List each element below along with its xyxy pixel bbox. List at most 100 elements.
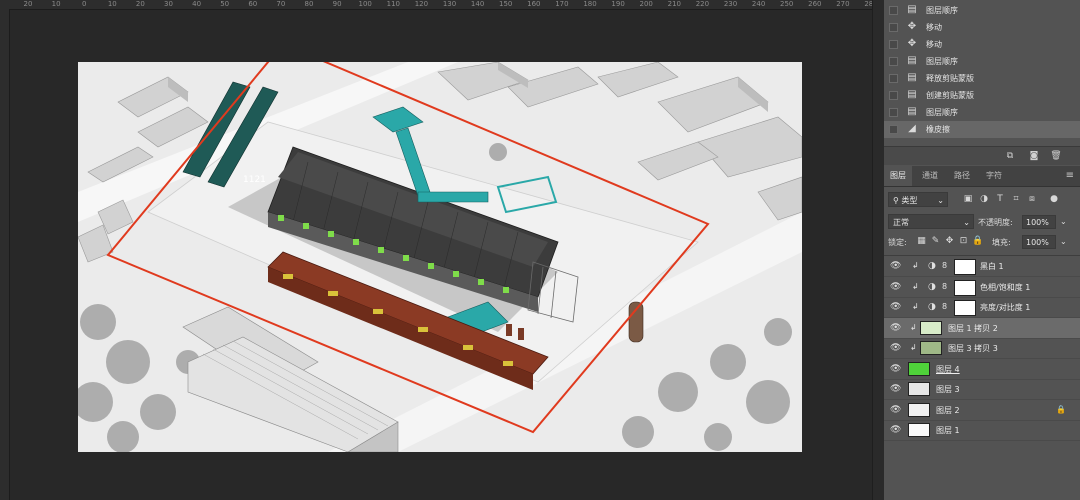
fill-dropdown-icon[interactable]: ⌄ [1060,237,1067,246]
tab-paths[interactable]: 路径 [948,166,976,186]
layer-name[interactable]: 亮度/对比度 1 [980,302,1030,313]
trash-icon[interactable]: 🗑 [1050,150,1062,162]
lock-pixels-icon[interactable]: ✎ [930,236,941,247]
layer-name[interactable]: 图层 1 [936,425,960,436]
history-item[interactable]: ✥ 移动 [884,19,1080,36]
history-source-checkbox[interactable] [889,125,898,134]
fill-input[interactable]: 100% [1022,235,1056,249]
lock-transparency-icon[interactable]: ▦ [916,236,927,247]
layer-name[interactable]: 图层 3 拷贝 3 [948,343,998,354]
layer-row[interactable]: 👁 图层 1 [884,420,1080,441]
layer-thumbnail[interactable] [908,423,930,437]
blend-mode-select[interactable]: 正常 ⌄ [888,214,974,229]
layer-thumbnail[interactable] [920,341,942,355]
lock-position-icon[interactable]: ✥ [944,236,955,247]
layer-row[interactable]: 👁 ↲ 图层 3 拷贝 3 [884,338,1080,359]
opacity-input[interactable]: 100% [1022,215,1056,229]
tab-channels[interactable]: 通道 [916,166,944,186]
layer-row[interactable]: 👁 图层 4 [884,359,1080,380]
opacity-label: 不透明度: [978,218,1013,227]
type-filter-icon[interactable]: T [994,193,1006,205]
layer-row[interactable]: 👁 ↲ ◑ 8 黑白 1 [884,256,1080,277]
link-icon[interactable]: 8 [942,302,947,311]
layer-name[interactable]: 黑白 1 [980,261,1004,272]
history-item-label: 图层顺序 [926,57,958,66]
panel-menu-icon[interactable]: ≡ [1066,170,1074,181]
layer-filter-row: ⚲ 类型 ⌄ ▣ ◑ T ⌗ ⧈ ● [888,191,1076,209]
layer-name[interactable]: 图层 2 [936,405,960,416]
history-source-checkbox[interactable] [889,57,898,66]
shape-filter-icon[interactable]: ⌗ [1010,193,1022,205]
opacity-dropdown-icon[interactable]: ⌄ [1060,217,1067,226]
adjustment-layer-icon: ◑ [928,281,936,292]
layers-panel-tabs: 图层 通道 路径 字符 ≡ [884,166,1080,187]
ruler-tick-label: 230 [723,0,738,8]
ruler-tick-label: 20 [135,0,145,8]
history-item[interactable]: ◢ 橡皮擦 [884,121,1080,138]
layer-mask-thumbnail[interactable] [954,279,976,296]
layer-name[interactable]: 图层 3 [936,384,960,395]
layer-row[interactable]: 👁 ↲ 图层 1 拷贝 2 [884,317,1080,339]
history-source-checkbox[interactable] [889,40,898,49]
history-source-checkbox[interactable] [889,91,898,100]
filter-toggle-icon[interactable]: ● [1048,193,1060,205]
layer-name[interactable]: 色相/饱和度 1 [980,282,1030,293]
layer-name[interactable]: 图层 4 [936,364,960,375]
document-icon: ▤ [907,89,917,100]
layer-name[interactable]: 图层 1 拷贝 2 [948,323,998,334]
link-icon[interactable]: 8 [942,261,947,270]
history-item[interactable]: ✥ 移动 [884,36,1080,53]
layer-filter-select[interactable]: ⚲ 类型 ⌄ [888,192,948,207]
history-item[interactable]: ▤ 图层顺序 [884,53,1080,70]
history-item-label: 创建剪贴蒙版 [926,91,974,100]
layer-thumbnail[interactable] [908,361,930,376]
history-item-label: 移动 [926,23,942,32]
eye-icon[interactable]: 👁 [890,261,901,271]
smart-object-filter-icon[interactable]: ⧈ [1026,193,1038,205]
document-icon: ▤ [907,55,917,66]
move-icon: ✥ [907,21,917,32]
eye-icon[interactable]: 👁 [890,343,901,353]
layer-row[interactable]: 👁 ↲ ◑ 8 亮度/对比度 1 [884,297,1080,318]
eye-icon[interactable]: 👁 [890,302,901,312]
adjustment-filter-icon[interactable]: ◑ [978,193,990,205]
tab-character[interactable]: 字符 [980,166,1008,186]
layer-thumbnail[interactable] [920,320,942,335]
layer-thumbnail[interactable] [908,382,930,396]
eye-icon[interactable]: 👁 [890,405,901,415]
camera-icon[interactable]: ◙ [1028,150,1040,162]
tab-layers[interactable]: 图层 [884,166,912,186]
layer-row[interactable]: 👁 ↲ ◑ 8 色相/饱和度 1 [884,277,1080,298]
eye-icon[interactable]: 👁 [890,323,901,333]
eye-icon[interactable]: 👁 [890,425,901,435]
pixel-filter-icon[interactable]: ▣ [962,193,974,205]
eye-icon[interactable]: 👁 [890,364,901,374]
layer-row[interactable]: 👁 图层 3 [884,379,1080,400]
history-item[interactable]: ▤ 创建剪贴蒙版 [884,87,1080,104]
history-footer: ⧉ ◙ 🗑 [884,146,1080,165]
eye-icon[interactable]: 👁 [890,384,901,394]
eye-icon[interactable]: 👁 [890,282,901,292]
layer-thumbnail[interactable] [908,402,930,417]
new-snapshot-icon[interactable]: ⧉ [1004,150,1016,162]
link-icon[interactable]: 8 [942,282,947,291]
history-source-checkbox[interactable] [889,74,898,83]
lock-artboard-icon[interactable]: ⊡ [958,236,969,247]
history-item[interactable]: ▤ 图层顺序 [884,2,1080,19]
history-item[interactable]: ▤ 图层顺序 [884,104,1080,121]
history-source-checkbox[interactable] [889,23,898,32]
clipping-mask-icon: ↲ [910,343,917,352]
layer-mask-thumbnail[interactable] [954,300,976,316]
lock-all-icon[interactable]: 🔒 [972,236,983,247]
history-source-checkbox[interactable] [889,108,898,117]
history-panel: ▤ 图层顺序 ✥ 移动 ✥ 移动 ▤ 图层顺序 ▤ 释放剪贴蒙版 ▤ 创建剪贴蒙版 ▤ 图层顺序 ◢ 橡皮擦 [884,0,1080,146]
adjustment-layer-icon: ◑ [928,302,936,312]
document-icon: ▤ [907,106,917,117]
layer-row[interactable]: 👁 图层 2 🔒 [884,400,1080,421]
history-source-checkbox[interactable] [889,6,898,15]
document-canvas[interactable]: 1121 [78,62,802,452]
facade-sign-text: 1121 [243,175,266,185]
history-item[interactable]: ▤ 释放剪贴蒙版 [884,70,1080,87]
layer-mask-thumbnail[interactable] [954,259,976,275]
ruler-tick-label: 240 [751,0,766,8]
